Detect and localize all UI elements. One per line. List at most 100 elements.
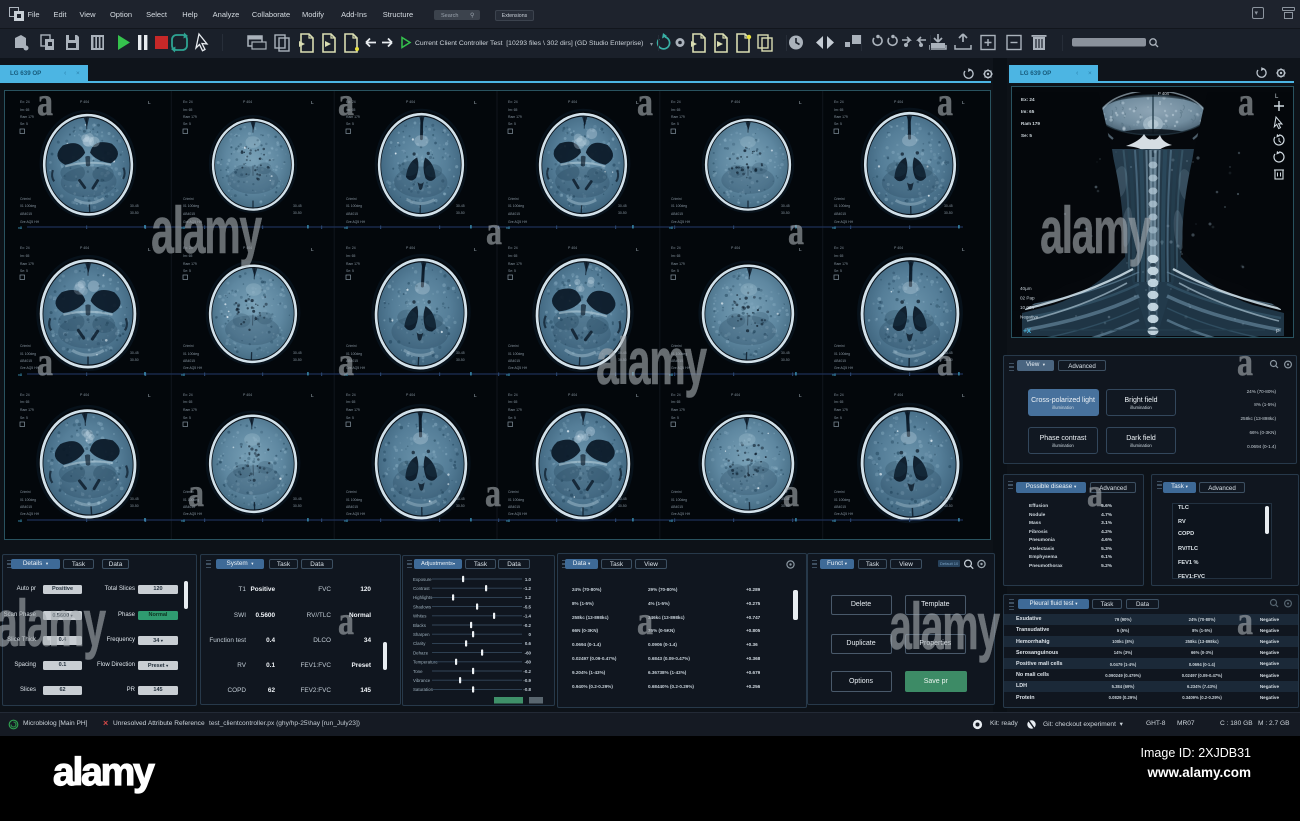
svg-text:Crimini: Crimini — [834, 490, 845, 494]
svg-text:▾: ▾ — [650, 42, 653, 48]
svg-text:Ex: 24: Ex: 24 — [183, 100, 193, 104]
svg-text:01 100deg: 01 100deg — [671, 498, 687, 502]
svg-text:L: L — [148, 393, 151, 399]
svg-text:Se: 5: Se: 5 — [346, 122, 354, 126]
svg-text:Vibrance: Vibrance — [413, 678, 431, 683]
svg-text:Crimini: Crimini — [508, 490, 519, 494]
svg-text:AB4015: AB4015 — [346, 212, 358, 216]
svg-text:Se: 5: Se: 5 — [183, 416, 191, 420]
svg-text:AB4015: AB4015 — [346, 359, 358, 363]
svg-text:x8: x8 — [506, 519, 510, 523]
svg-text:Ram 179: Ram 179 — [671, 408, 685, 412]
svg-text:30-45: 30-45 — [456, 204, 465, 208]
svg-text:30-50: 30-50 — [293, 358, 302, 362]
svg-text:01 100deg: 01 100deg — [20, 352, 36, 356]
svg-text:30-50: 30-50 — [618, 358, 627, 362]
svg-text:L: L — [962, 393, 965, 399]
svg-text:P 404: P 404 — [406, 393, 415, 397]
svg-text:L: L — [636, 393, 639, 399]
svg-text:Im: 65: Im: 65 — [20, 254, 30, 258]
svg-text:x8: x8 — [832, 373, 836, 377]
svg-text:Gre AQ5 HH: Gre AQ5 HH — [508, 220, 528, 224]
svg-text:Crimini: Crimini — [183, 197, 194, 201]
svg-text:L: L — [799, 100, 802, 106]
svg-text:Se: 5: Se: 5 — [671, 269, 679, 273]
svg-text:x8: x8 — [18, 519, 22, 523]
svg-text:Gre AQ5 HH: Gre AQ5 HH — [834, 512, 854, 516]
svg-text:x8: x8 — [832, 519, 836, 523]
svg-text:01 100deg: 01 100deg — [834, 204, 850, 208]
svg-text:30-50: 30-50 — [293, 211, 302, 215]
svg-text:AB4015: AB4015 — [20, 359, 32, 363]
svg-text:L: L — [474, 100, 477, 106]
svg-text:AB4015: AB4015 — [834, 505, 846, 509]
svg-text:30-45: 30-45 — [456, 351, 465, 355]
svg-text:Gre AQ5 HH: Gre AQ5 HH — [834, 366, 854, 370]
svg-text:Se: 5: Se: 5 — [834, 269, 842, 273]
svg-text:01 100deg: 01 100deg — [671, 352, 687, 356]
svg-text:-1.4: -1.4 — [523, 614, 531, 619]
svg-text:Se: 5: Se: 5 — [346, 269, 354, 273]
svg-text:30-50: 30-50 — [293, 504, 302, 508]
svg-text:Ex: 24: Ex: 24 — [20, 393, 30, 397]
svg-text:Se: 5: Se: 5 — [508, 269, 516, 273]
svg-text:Im: 65: Im: 65 — [346, 108, 356, 112]
svg-text:AB4015: AB4015 — [183, 359, 195, 363]
svg-text:Ram 179: Ram 179 — [834, 262, 848, 266]
svg-text:Tone: Tone — [413, 669, 423, 674]
svg-text:30-50: 30-50 — [130, 211, 139, 215]
svg-text:Gre AQ5 HH: Gre AQ5 HH — [346, 512, 366, 516]
svg-text:x8: x8 — [506, 373, 510, 377]
svg-text:Se: 5: Se: 5 — [183, 122, 191, 126]
svg-text:Highlights: Highlights — [413, 595, 433, 600]
svg-text:Ram 179: Ram 179 — [20, 115, 34, 119]
svg-text:AB4015: AB4015 — [834, 359, 846, 363]
svg-text:Ex: 24: Ex: 24 — [508, 246, 518, 250]
svg-text:Ex: 24: Ex: 24 — [834, 246, 844, 250]
svg-text:AB4015: AB4015 — [508, 359, 520, 363]
svg-text:30-50: 30-50 — [618, 504, 627, 508]
svg-text:P 404: P 404 — [80, 393, 89, 397]
svg-text:P 404: P 404 — [731, 246, 740, 250]
svg-text:0.6: 0.6 — [525, 641, 532, 646]
svg-text:Whites: Whites — [413, 614, 427, 619]
svg-text:Ex: 24: Ex: 24 — [20, 100, 30, 104]
svg-text:Gre AQ5 HH: Gre AQ5 HH — [346, 220, 366, 224]
svg-text:Crimini: Crimini — [20, 490, 31, 494]
svg-text:01 100deg: 01 100deg — [183, 204, 199, 208]
svg-text:Ex: 24: Ex: 24 — [346, 393, 356, 397]
svg-text:02 Pap: 02 Pap — [1020, 296, 1035, 301]
svg-text:P 404: P 404 — [406, 100, 415, 104]
svg-text:Blacks: Blacks — [413, 623, 427, 628]
svg-text:Crimini: Crimini — [20, 344, 31, 348]
svg-text:L: L — [962, 247, 965, 253]
svg-text:Gre AQ5 HH: Gre AQ5 HH — [508, 366, 528, 370]
svg-text:Ex: 24: Ex: 24 — [183, 246, 193, 250]
svg-text:Sharpen: Sharpen — [413, 632, 430, 637]
svg-text:x8: x8 — [18, 226, 22, 230]
svg-text:30-50: 30-50 — [130, 358, 139, 362]
svg-text:01 100deg: 01 100deg — [346, 352, 362, 356]
svg-text:AB4015: AB4015 — [671, 505, 683, 509]
svg-text:Se: 5: Se: 5 — [1021, 133, 1032, 138]
svg-text:Crimini: Crimini — [834, 344, 845, 348]
svg-text:30-45: 30-45 — [293, 204, 302, 208]
svg-text:Ex: 24: Ex: 24 — [508, 100, 518, 104]
svg-text:Gre AQ5 HH: Gre AQ5 HH — [20, 366, 40, 370]
svg-text:Ram 179: Ram 179 — [346, 262, 360, 266]
svg-text:30-45: 30-45 — [130, 497, 139, 501]
svg-text:x8: x8 — [181, 519, 185, 523]
svg-text:P 404: P 404 — [568, 393, 577, 397]
svg-text:P 404: P 404 — [894, 393, 903, 397]
svg-text:AB4015: AB4015 — [671, 212, 683, 216]
svg-text:-0.8: -0.8 — [523, 687, 531, 692]
svg-text:AB4015: AB4015 — [508, 212, 520, 216]
svg-text:L: L — [148, 247, 151, 253]
svg-text:30-45: 30-45 — [781, 204, 790, 208]
svg-text:Im: 65: Im: 65 — [508, 254, 518, 258]
svg-text:Crimini: Crimini — [346, 344, 357, 348]
svg-text:P 404: P 404 — [894, 100, 903, 104]
svg-text:30-45: 30-45 — [293, 351, 302, 355]
svg-text:Se: 5: Se: 5 — [346, 416, 354, 420]
svg-text:L: L — [474, 247, 477, 253]
